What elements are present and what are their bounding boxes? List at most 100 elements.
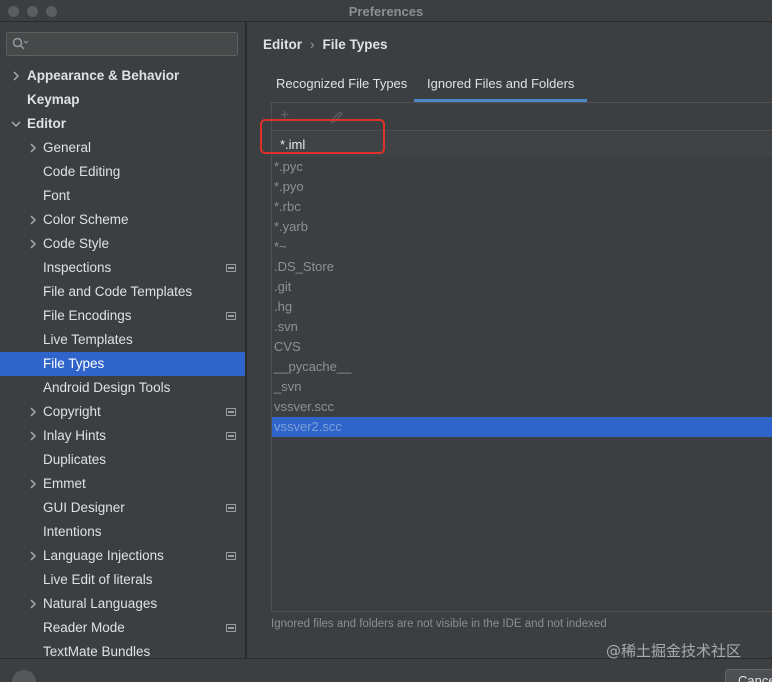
sidebar-item-label: General [43,140,92,155]
sidebar-item-live-templates[interactable]: Live Templates [0,328,245,352]
project-scope-icon [226,312,236,320]
sidebar-item-label: Keymap [27,92,80,107]
breadcrumb-current: File Types [322,37,388,52]
sidebar-item-copyright[interactable]: Copyright [0,400,245,424]
ignored-files-panel: + *.iml *.pyc *.pyo *.rbc *.yarb *~ .DS_… [271,102,772,612]
sidebar-item-intentions[interactable]: Intentions [0,520,245,544]
sidebar-item-label: Language Injections [43,548,164,563]
project-scope-icon [226,504,236,512]
list-item[interactable]: .hg [272,297,772,317]
sidebar-item-label: Android Design Tools [43,380,171,395]
sidebar-item-inlay-hints[interactable]: Inlay Hints [0,424,245,448]
sidebar-item-label: Appearance & Behavior [27,68,180,83]
list-item[interactable]: __pycache__ [272,357,772,377]
list-item[interactable]: *.pyc [272,157,772,177]
sidebar-item-label: Intentions [43,524,102,539]
sidebar-item-label: Duplicates [43,452,107,467]
sidebar-item-natural-languages[interactable]: Natural Languages [0,592,245,616]
sidebar-item-file-and-code-templates[interactable]: File and Code Templates [0,280,245,304]
sidebar-item-keymap[interactable]: Keymap [0,88,245,112]
sidebar-item-gui-designer[interactable]: GUI Designer [0,496,245,520]
project-scope-icon [226,408,236,416]
sidebar-item-live-edit-of-literals[interactable]: Live Edit of literals [0,568,245,592]
chevron-right-icon[interactable] [28,479,38,489]
chevron-right-icon[interactable] [28,551,38,561]
sidebar-item-label: Inlay Hints [43,428,107,443]
list-item[interactable]: .git [272,277,772,297]
sidebar-item-label: Live Templates [43,332,133,347]
sidebar-item-label: Code Style [43,236,110,251]
project-scope-icon [226,264,236,272]
chevron-right-icon: › [310,37,315,52]
search-input[interactable] [6,32,238,56]
chevron-right-icon[interactable] [28,143,38,153]
help-icon[interactable] [12,670,36,682]
sidebar-item-android-design-tools[interactable]: Android Design Tools [0,376,245,400]
breadcrumb-parent[interactable]: Editor [263,37,302,52]
list-item[interactable]: .svn [272,317,772,337]
cancel-button[interactable]: Cancel [725,669,772,682]
sidebar-item-textmate-bundles[interactable]: TextMate Bundles [0,640,245,658]
sidebar-item-color-scheme[interactable]: Color Scheme [0,208,245,232]
project-scope-icon [226,624,236,632]
chevron-right-icon[interactable] [11,71,21,81]
sidebar-item-code-style[interactable]: Code Style [0,232,245,256]
sidebar-item-file-encodings[interactable]: File Encodings [0,304,245,328]
sidebar-item-label: File Types [43,356,105,371]
tab-ignored-files-and-folders[interactable]: Ignored Files and Folders [414,72,588,102]
project-scope-icon [226,552,236,560]
ignored-files-list[interactable]: *.iml *.pyc *.pyo *.rbc *.yarb *~ .DS_St… [272,132,772,437]
tab-recognized-file-types[interactable]: Recognized File Types [276,72,407,102]
sidebar-item-editor[interactable]: Editor [0,112,245,136]
sidebar-item-reader-mode[interactable]: Reader Mode [0,616,245,640]
chevron-right-icon[interactable] [28,215,38,225]
sidebar-item-label: File Encodings [43,308,132,323]
settings-tree: Appearance & Behavior Keymap Editor Gene… [0,64,245,658]
chevron-down-icon[interactable] [11,119,21,129]
sidebar-item-appearance-behavior[interactable]: Appearance & Behavior [0,64,245,88]
chevron-right-icon[interactable] [28,431,38,441]
list-item[interactable]: _svn [272,377,772,397]
chevron-right-icon[interactable] [28,407,38,417]
sidebar-item-label: Editor [27,116,66,131]
sidebar-item-label: TextMate Bundles [43,644,151,658]
sidebar-item-font[interactable]: Font [0,184,245,208]
watermark: @稀土掘金技术社区 [606,642,742,660]
sidebar-item-duplicates[interactable]: Duplicates [0,448,245,472]
settings-sidebar: Appearance & Behavior Keymap Editor Gene… [0,22,246,658]
window-title: Preferences [348,4,424,19]
list-item[interactable]: *.rbc [272,197,772,217]
chevron-right-icon[interactable] [28,239,38,249]
dialog-button-bar: Cancel [0,658,772,682]
sidebar-item-file-types[interactable]: File Types [0,352,245,376]
sidebar-item-general[interactable]: General [0,136,245,160]
sidebar-item-language-injections[interactable]: Language Injections [0,544,245,568]
chevron-right-icon[interactable] [28,599,38,609]
sidebar-item-label: Code Editing [43,164,121,179]
sidebar-item-inspections[interactable]: Inspections [0,256,245,280]
list-item[interactable]: *.pyo [272,177,772,197]
list-item-selected[interactable]: vssver2.scc [272,417,772,437]
sidebar-item-label: Emmet [43,476,86,491]
list-item[interactable]: CVS [272,337,772,357]
sidebar-item-label: Live Edit of literals [43,572,153,587]
breadcrumb: Editor › File Types [263,37,388,52]
sidebar-item-label: Copyright [43,404,101,419]
hint-text: Ignored files and folders are not visibl… [271,618,607,630]
project-scope-icon [226,432,236,440]
sidebar-item-label: Color Scheme [43,212,129,227]
sidebar-item-label: Natural Languages [43,596,158,611]
sidebar-item-label: File and Code Templates [43,284,193,299]
title-bar: Preferences [0,0,772,22]
annotation-highlight-box [260,119,385,154]
sidebar-item-code-editing[interactable]: Code Editing [0,160,245,184]
sidebar-item-label: Inspections [43,260,112,275]
list-item[interactable]: *~ [272,237,772,257]
settings-content: Editor › File Types Recognized File Types … [247,22,772,658]
list-item[interactable]: *.yarb [272,217,772,237]
sidebar-item-label: Font [43,188,71,203]
sidebar-item-emmet[interactable]: Emmet [0,472,245,496]
sidebar-item-label: GUI Designer [43,500,125,515]
list-item[interactable]: .DS_Store [272,257,772,277]
list-item[interactable]: vssver.scc [272,397,772,417]
